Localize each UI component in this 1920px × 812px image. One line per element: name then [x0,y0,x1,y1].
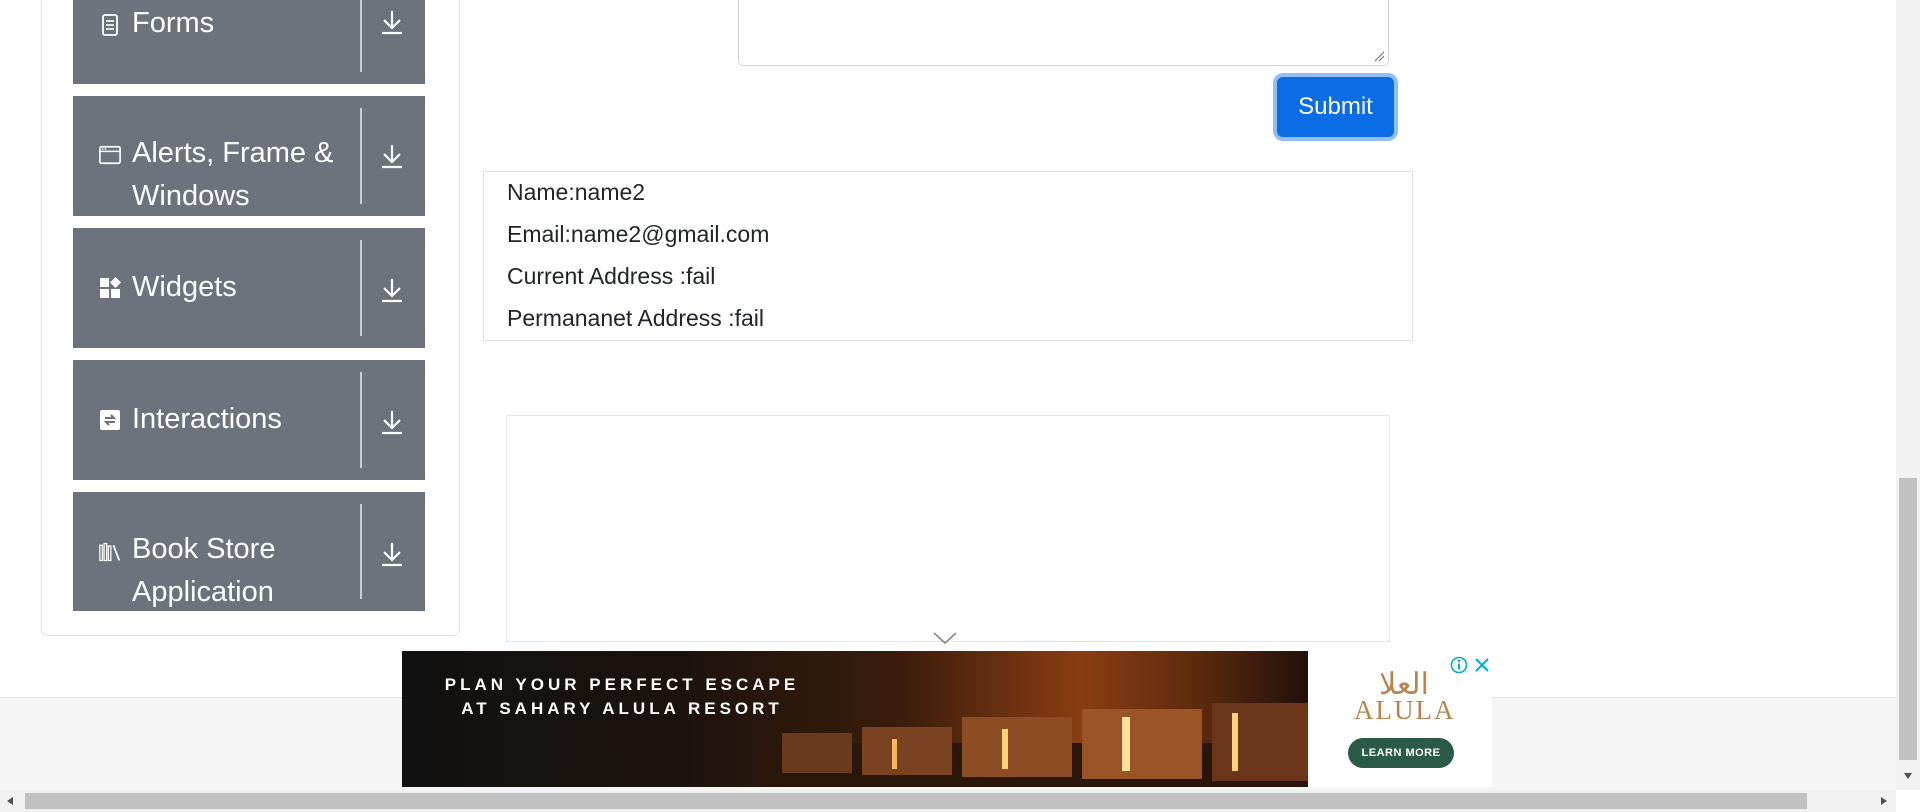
group-forms[interactable]: Forms [73,0,425,84]
ad-brand: ALULA [1354,695,1456,725]
ad-image[interactable]: PLAN YOUR PERFECT ESCAPE AT SAHARY ALULA… [402,651,1308,787]
info-icon[interactable] [1449,655,1469,675]
output-box: Name:name2 Email:name2@gmail.com Current… [483,171,1413,341]
close-icon[interactable] [1472,655,1492,675]
ad-headline-line2: AT SAHARY ALULA RESORT [461,699,783,718]
download-icon[interactable] [377,275,407,305]
output-name: Name:name2 [507,179,646,205]
group-label: Alerts, Frame & Windows [132,137,334,212]
divider [360,372,362,468]
learn-more-button[interactable]: LEARN MORE [1348,738,1454,768]
download-icon[interactable] [377,7,407,37]
group-label: Interactions [132,403,282,435]
download-icon[interactable] [377,141,407,171]
resize-grip-icon[interactable] [1373,50,1385,62]
scroll-down-arrow-icon[interactable] [1902,770,1914,782]
ad-headline-line1: PLAN YOUR PERFECT ESCAPE [444,675,800,694]
group-widgets[interactable]: Widgets [73,228,425,348]
ad-banner[interactable]: PLAN YOUR PERFECT ESCAPE AT SAHARY ALULA… [402,651,1492,787]
window-icon [99,144,121,166]
submit-button[interactable]: Submit [1277,77,1394,137]
output-current-address: Current Address :fail [507,263,716,289]
divider [360,108,362,204]
permanent-address-textarea[interactable] [738,0,1389,66]
document-icon [99,14,121,36]
chevron-down-icon[interactable] [932,631,958,645]
widgets-icon [99,277,121,299]
scroll-right-arrow-icon[interactable] [1878,795,1890,807]
group-label: Widgets [132,271,237,303]
horizontal-scrollbar-thumb[interactable] [25,793,1807,809]
output-email: Email:name2@gmail.com [507,221,770,247]
group-interactions[interactable]: Interactions [73,360,425,480]
group-book-store-application[interactable]: Book Store Application [73,492,425,611]
ad-placeholder-frame [506,415,1390,642]
group-label: Book Store Application [132,533,276,608]
download-icon[interactable] [377,407,407,437]
group-label: Forms [132,7,215,39]
divider [360,0,362,72]
output-permanent-address: Permananet Address :fail [507,305,764,331]
group-alerts-frame-windows[interactable]: Alerts, Frame & Windows [73,96,425,216]
download-icon[interactable] [377,539,407,569]
resort-image [762,703,1308,787]
divider [360,504,362,599]
vertical-scrollbar-thumb[interactable] [1899,478,1917,760]
books-icon [99,541,121,563]
scroll-left-arrow-icon[interactable] [4,795,16,807]
ad-headline: PLAN YOUR PERFECT ESCAPE AT SAHARY ALULA… [442,673,802,721]
interactions-icon [99,409,121,431]
divider [360,240,362,336]
